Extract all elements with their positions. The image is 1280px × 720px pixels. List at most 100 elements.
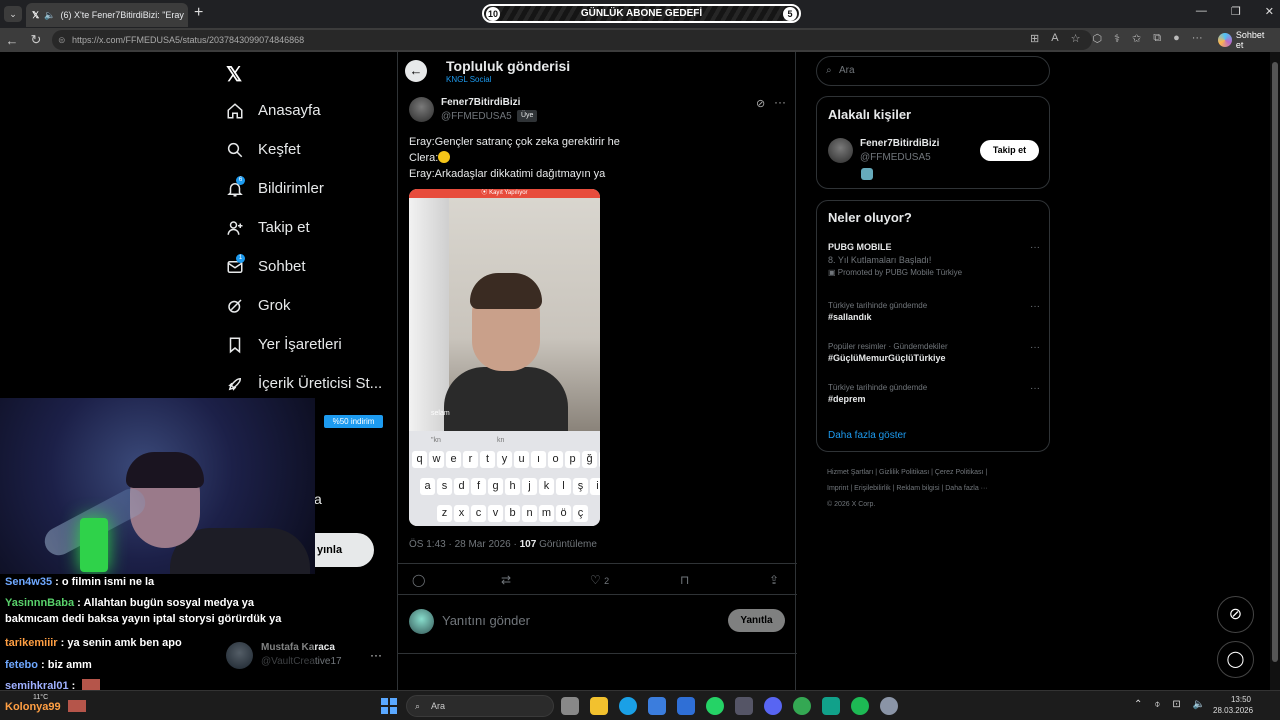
nav-item-bookmarks[interactable]: Yer İşaretleri — [220, 325, 396, 364]
related-avatar[interactable] — [828, 138, 853, 163]
post-line: Clera: — [409, 150, 620, 166]
bookmark-action-icon[interactable]: ⊓ — [680, 573, 689, 587]
follow-button[interactable]: Takip et — [980, 140, 1039, 161]
chat-emote-icon — [67, 700, 86, 712]
post-timestamp[interactable]: ÖS 1:43 · 28 Mar 2026 · — [409, 539, 520, 550]
reply-input[interactable]: Yanıtını gönder — [442, 613, 530, 628]
show-more-link[interactable]: Daha fazla göster — [828, 430, 906, 441]
app-icon[interactable] — [822, 697, 840, 715]
more-menu-icon[interactable]: ··· — [1192, 32, 1203, 45]
app-icon[interactable] — [735, 697, 753, 715]
url-field[interactable]: ⊜ https://x.com/FFMEDUSA5/status/2037843… — [52, 30, 1092, 50]
trend-more-icon[interactable]: ··· — [1030, 383, 1040, 394]
reply-button[interactable]: Yanıtla — [728, 609, 785, 632]
nav-item-notifications[interactable]: 6 Bildirimler — [220, 169, 396, 208]
scrollbar[interactable] — [1270, 52, 1280, 690]
reload-icon[interactable]: ↻ — [24, 32, 48, 48]
app-icon[interactable]: ⊞ — [1030, 32, 1039, 45]
settings-icon[interactable] — [880, 697, 898, 715]
copilot-button[interactable]: Sohbet et — [1212, 30, 1280, 50]
chat-float-icon[interactable]: ◯ — [1217, 641, 1254, 678]
post-more-icon[interactable]: ··· — [774, 95, 786, 109]
volume-icon[interactable]: 🔈 — [1193, 699, 1205, 710]
trend-more-icon[interactable]: ··· — [1030, 301, 1040, 312]
nav-item-home[interactable]: Anasayfa — [220, 91, 396, 130]
scrollbar-thumb[interactable] — [1272, 62, 1278, 662]
taskbar-search[interactable]: ⌕ Ara — [406, 695, 554, 717]
trend-more-icon[interactable]: ··· — [1030, 242, 1040, 253]
keyboard-key: a — [420, 478, 435, 495]
whatsapp-icon[interactable] — [706, 697, 724, 715]
browser-tab[interactable]: 𝕏 🔈 (6) X'te Fener7BitirdiBizi: "Eray ✕ — [26, 3, 188, 27]
address-bar-row: ← ↻ ⊜ https://x.com/FFMEDUSA5/status/203… — [0, 28, 1280, 52]
post-video[interactable]: ⦿ Kayıt Yapılıyor selam "kn kn qwertyuıo… — [409, 189, 600, 526]
trend-item[interactable]: Türkiye tarihinde gündemde #deprem ··· — [828, 383, 1040, 404]
nav-item-explore[interactable]: Keşfet — [220, 130, 396, 169]
speaker-icon[interactable]: 🔈 — [44, 10, 55, 21]
store-icon[interactable] — [648, 697, 666, 715]
tab-actions-button[interactable]: ⌄ — [4, 6, 22, 22]
weather-widget[interactable]: 11°C — [33, 694, 48, 701]
author-name[interactable]: Fener7BitirdiBizi — [441, 97, 520, 108]
back-arrow-icon[interactable]: ← — [405, 60, 427, 82]
back-icon[interactable]: ← — [0, 33, 24, 48]
repost-icon[interactable]: ⇄ — [501, 573, 511, 587]
new-tab-button[interactable]: + — [194, 5, 203, 21]
site-info-icon[interactable]: ⊜ — [58, 30, 66, 50]
keyboard-key: ı — [531, 451, 546, 468]
trend-item[interactable]: PUBG MOBILE 8. Yıl Kutlamaları Başladı! … — [828, 242, 1040, 277]
spotify-icon[interactable] — [851, 697, 869, 715]
author-handle[interactable]: @FFMEDUSA5 — [441, 111, 512, 122]
chrome-icon[interactable] — [793, 697, 811, 715]
trend-item[interactable]: Türkiye tarihinde gündemde #sallandık ··… — [828, 301, 1040, 322]
browser-essentials-icon[interactable]: ⚕ — [1114, 32, 1120, 45]
reply-icon[interactable]: ◯ — [412, 573, 425, 587]
nav-item-chat[interactable]: 1 Sohbet — [220, 247, 396, 286]
edge-icon[interactable] — [619, 697, 637, 715]
mail-app-icon[interactable] — [677, 697, 695, 715]
discord-icon[interactable] — [764, 697, 782, 715]
keyboard-key: g — [488, 478, 503, 495]
footer-line[interactable]: Imprint | Erişilebilirlik | Reklam bilgi… — [827, 481, 1037, 497]
stream-chat: Sen4w35 : o filmin ismi ne la YasinnnBab… — [0, 574, 315, 692]
rocket-icon — [228, 377, 242, 391]
read-aloud-icon[interactable]: A — [1051, 32, 1058, 45]
trend-item[interactable]: Popüler resimler · Gündemdekiler #GüçlüM… — [828, 342, 1040, 363]
extensions-icon[interactable]: ⬡ — [1092, 32, 1102, 45]
profile-avatar-icon[interactable]: ● — [1173, 32, 1180, 45]
video-person-hair — [470, 273, 542, 309]
nav-item-follow[interactable]: Takip et — [220, 208, 396, 247]
maximize-icon[interactable]: ❐ — [1231, 5, 1241, 18]
search-icon: ⌕ — [826, 65, 832, 76]
keyboard-key: v — [488, 505, 503, 522]
chevron-up-icon[interactable]: ⌃ — [1134, 699, 1142, 710]
nav-item-grok[interactable]: Grok — [220, 286, 396, 325]
like-icon[interactable]: ♡ 2 — [590, 573, 609, 587]
close-window-icon[interactable]: ✕ — [1265, 5, 1274, 18]
grok-explain-icon[interactable]: ⊘ — [756, 97, 765, 110]
related-handle[interactable]: @FFMEDUSA5 — [860, 152, 931, 163]
post-button[interactable]: yınla — [315, 533, 374, 567]
clock[interactable]: 13:50 28.03.2026 — [1213, 694, 1253, 716]
search-input[interactable]: ⌕ Ara — [816, 56, 1050, 86]
start-icon[interactable] — [381, 698, 397, 714]
related-name[interactable]: Fener7BitirdiBizi — [860, 138, 939, 149]
community-link[interactable]: KNGL Social — [446, 75, 492, 84]
task-view-icon[interactable] — [561, 697, 579, 715]
footer-line[interactable]: Hizmet Şartları | Gizlilik Politikası | … — [827, 465, 1037, 481]
favorite-star-icon[interactable]: ☆ — [1071, 32, 1081, 45]
grok-float-icon[interactable]: ⊘ — [1217, 596, 1254, 633]
minimize-icon[interactable]: — — [1196, 5, 1207, 18]
author-avatar[interactable] — [409, 97, 434, 122]
keyboard-key: ö — [556, 505, 571, 522]
trend-more-icon[interactable]: ··· — [1030, 342, 1040, 353]
network-icon[interactable]: ⊡ — [1172, 699, 1180, 710]
collections-icon[interactable]: ⧉ — [1153, 32, 1161, 45]
search-icon — [227, 142, 243, 157]
file-explorer-icon[interactable] — [590, 697, 608, 715]
share-icon[interactable]: ⇪ — [769, 573, 779, 587]
x-logo-icon[interactable]: 𝕏 — [226, 62, 242, 87]
favorites-icon[interactable]: ✩ — [1132, 32, 1141, 45]
microphone-icon[interactable]: ⌽ — [1154, 699, 1160, 710]
account-more-icon[interactable]: ··· — [370, 648, 382, 662]
